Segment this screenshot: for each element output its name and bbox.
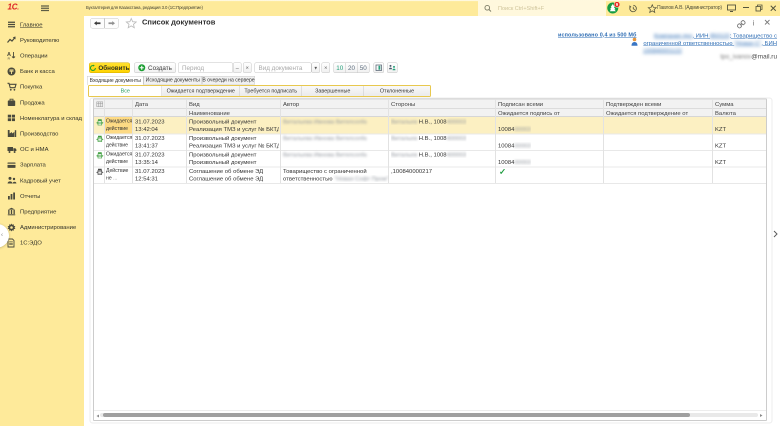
svg-text:я: я	[8, 56, 10, 61]
